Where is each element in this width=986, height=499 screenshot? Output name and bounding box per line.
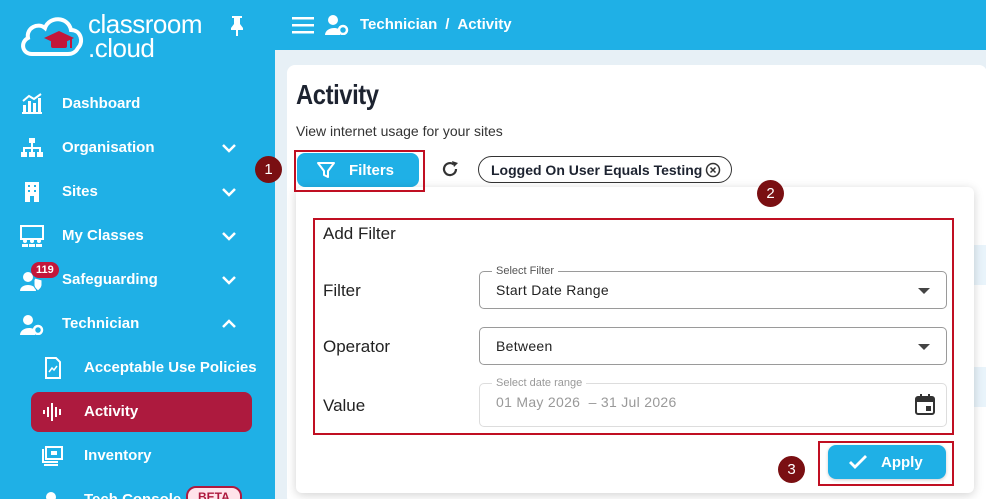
breadcrumb-activity: Activity xyxy=(457,16,512,33)
brand-name: classroom .cloud xyxy=(88,9,202,63)
page-subtitle: View internet usage for your sites xyxy=(296,123,503,139)
sidebar-item-label: Inventory xyxy=(84,447,152,464)
policy-icon xyxy=(45,357,61,379)
sidebar-item-acceptable-use-policies[interactable]: Acceptable Use Policies xyxy=(0,348,275,388)
sidebar-item-inventory[interactable]: Inventory xyxy=(0,436,275,476)
console-icon xyxy=(46,492,56,499)
remove-filter-icon[interactable] xyxy=(705,162,721,178)
page-title: Activity xyxy=(296,79,379,110)
breadcrumb-technician[interactable]: Technician xyxy=(360,16,437,33)
sidebar-item-sites[interactable]: Sites xyxy=(0,172,275,212)
sidebar-item-label: Acceptable Use Policies xyxy=(84,359,257,376)
step-marker-3: 3 xyxy=(778,456,805,483)
step-marker-1: 1 xyxy=(255,156,282,183)
org-icon xyxy=(21,138,43,157)
sidebar-item-activity[interactable]: Activity xyxy=(31,392,252,432)
chevron-down-icon[interactable] xyxy=(220,228,238,244)
sidebar-item-label: Sites xyxy=(62,183,98,200)
sidebar-item-label: Activity xyxy=(84,403,139,420)
chevron-down-icon[interactable] xyxy=(220,140,238,156)
background-table xyxy=(974,197,986,497)
classroom-icon xyxy=(20,225,44,247)
building-icon xyxy=(25,182,39,202)
sidebar-item-label: Dashboard xyxy=(62,95,141,112)
technician-icon xyxy=(20,315,44,335)
step-marker-2: 2 xyxy=(757,180,784,207)
chevron-down-icon[interactable] xyxy=(220,272,238,288)
technician-icon xyxy=(325,15,349,35)
breadcrumb-separator: / xyxy=(445,16,450,33)
pin-icon[interactable] xyxy=(228,14,246,36)
menu-icon[interactable] xyxy=(292,16,314,34)
active-filter-chip[interactable]: Logged On User Equals Testing xyxy=(478,156,732,183)
refresh-icon[interactable] xyxy=(440,159,460,179)
sidebar-item-label: My Classes xyxy=(62,227,144,244)
sidebar-item-dashboard[interactable]: Dashboard xyxy=(0,84,275,124)
chevron-down-icon[interactable] xyxy=(220,184,238,200)
sidebar-item-label: Safeguarding xyxy=(62,271,158,288)
safeguarding-count-badge: 119 xyxy=(31,262,59,278)
beta-badge: BETA xyxy=(186,486,242,499)
sidebar-item-technician[interactable]: Technician xyxy=(0,304,275,344)
chart-icon xyxy=(22,93,42,114)
sidebar-item-organisation[interactable]: Organisation xyxy=(0,128,275,168)
highlight-filter-panel xyxy=(313,218,954,435)
highlight-apply xyxy=(818,441,954,486)
sidebar-item-label: Technician xyxy=(62,315,140,332)
chevron-up-icon[interactable] xyxy=(220,316,238,332)
sidebar-item-my-classes[interactable]: My Classes xyxy=(0,216,275,256)
sidebar-item-label: Organisation xyxy=(62,139,155,156)
classroom-cloud-logo[interactable]: classroom .cloud xyxy=(18,8,208,63)
inventory-icon xyxy=(42,446,63,466)
sidebar-item-label: Tech Console xyxy=(84,491,181,499)
highlight-filters xyxy=(294,150,425,192)
breadcrumb: Technician / Activity xyxy=(360,16,512,33)
sidebar: classroom .cloud Dashboard Organisation … xyxy=(0,0,275,499)
active-filter-label: Logged On User Equals Testing xyxy=(491,162,703,178)
top-bar: Technician / Activity xyxy=(275,0,986,50)
activity-icon xyxy=(43,403,61,421)
